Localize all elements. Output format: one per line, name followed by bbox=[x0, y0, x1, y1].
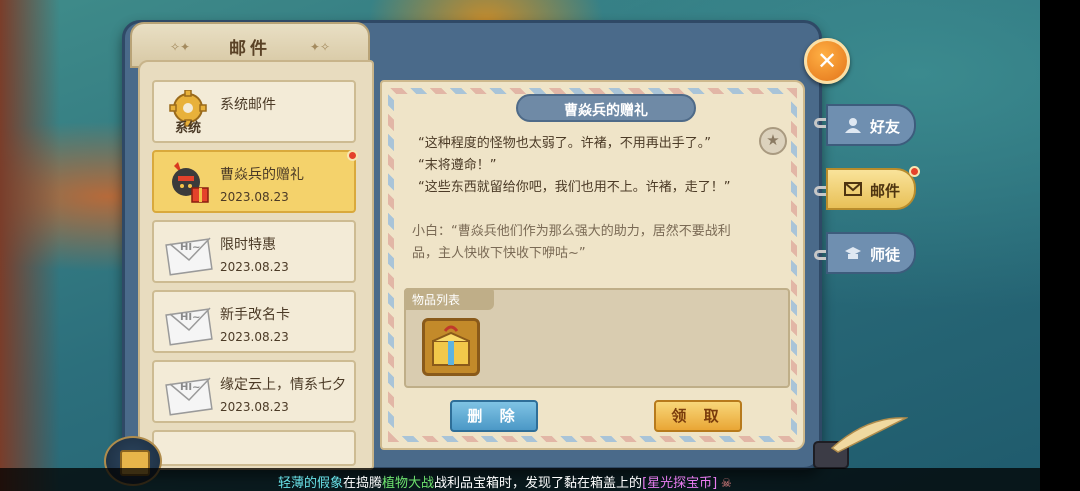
letter-note: 品，主人快收下快收下咿咕~” bbox=[412, 246, 586, 261]
mail-item-limited-offer[interactable]: HI~ 限时特惠 2023.08.23 bbox=[152, 220, 356, 283]
tab-label: 师徒 bbox=[870, 246, 901, 264]
svg-text:HI~: HI~ bbox=[180, 382, 200, 393]
ticker-item: 植物大战 bbox=[382, 476, 435, 491]
svg-text:HI~: HI~ bbox=[180, 312, 200, 323]
letter-page: 曹焱兵的赠礼 ★ “这种程度的怪物也太弱了。许褚，不用再出手了。” “末将遵命！… bbox=[380, 80, 805, 450]
mail-name: 系统邮件 bbox=[220, 97, 276, 113]
letter-line: “这种程度的怪物也太弱了。许褚，不用再出手了。” bbox=[418, 136, 711, 151]
gear-system-icon: 系统 bbox=[169, 90, 207, 136]
quill-inkpot-icon bbox=[813, 417, 908, 469]
mail-name: 缘定云上，情系七夕 bbox=[220, 377, 346, 393]
ticker-text: 战利品宝箱时，发现了黏在箱盖上的 bbox=[434, 476, 643, 491]
letter-line: “这些东西就留给你吧，我们也用不上。许褚，走了！” bbox=[418, 180, 731, 195]
treasure-chest-icon bbox=[432, 325, 470, 366]
letter-line: “末将遵命！” bbox=[418, 158, 497, 173]
hi-envelope-icon: HI~ bbox=[165, 307, 213, 346]
claim-button[interactable]: 领 取 bbox=[654, 400, 742, 432]
mail-date: 2023.08.23 bbox=[220, 330, 289, 344]
close-button[interactable]: ✕ bbox=[804, 38, 850, 84]
unread-dot bbox=[347, 150, 358, 161]
friend-icon bbox=[845, 118, 861, 133]
broadcast-ticker: 轻薄的假象在捣腾植物大战战利品宝箱时，发现了黏在箱盖上的[星光探宝币] ☠ bbox=[0, 468, 1040, 491]
tab-mentor[interactable]: 师徒 bbox=[826, 232, 916, 274]
mail-icon bbox=[844, 182, 862, 196]
panel-title: 邮件 bbox=[229, 39, 271, 59]
skull-icon: ☠ bbox=[717, 476, 732, 490]
ticker-player: 轻薄的假象 bbox=[278, 476, 344, 491]
mail-item-partial[interactable] bbox=[152, 430, 356, 466]
item-list-tab: 物品列表 bbox=[404, 288, 494, 310]
hi-envelope-icon: HI~ bbox=[165, 237, 213, 276]
close-icon: ✕ bbox=[816, 47, 838, 75]
screen-edge bbox=[1040, 0, 1080, 491]
mail-item-qixi[interactable]: HI~ 缘定云上，情系七夕 2023.08.23 bbox=[152, 360, 356, 423]
delete-button[interactable]: 删 除 bbox=[450, 400, 538, 432]
svg-text:系统: 系统 bbox=[175, 120, 201, 136]
reward-item-slot[interactable] bbox=[422, 318, 480, 376]
mail-item-system[interactable]: 系统 系统邮件 bbox=[152, 80, 356, 143]
ticker-message: 轻薄的假象在捣腾植物大战战利品宝箱时，发现了黏在箱盖上的[星光探宝币] ☠ bbox=[278, 472, 732, 491]
hi-envelope-icon: HI~ bbox=[165, 377, 213, 416]
unread-dot bbox=[909, 166, 920, 177]
tab-label: 邮件 bbox=[870, 182, 901, 200]
mail-item-rename-card[interactable]: HI~ 新手改名卡 2023.08.23 bbox=[152, 290, 356, 353]
item-list-panel: 物品列表 bbox=[404, 288, 790, 388]
warrior-gift-icon bbox=[172, 162, 209, 203]
mail-date: 2023.08.23 bbox=[220, 260, 289, 274]
mail-name: 新手改名卡 bbox=[220, 307, 290, 323]
svg-text:HI~: HI~ bbox=[180, 242, 200, 253]
mail-date: 2023.08.23 bbox=[220, 400, 289, 414]
mail-item-gift[interactable]: 曹焱兵的赠礼 2023.08.23 bbox=[152, 150, 358, 213]
letter-title: 曹焱兵的赠礼 bbox=[564, 103, 648, 119]
mail-date: 2023.08.23 bbox=[220, 190, 289, 204]
ticker-text: 在捣腾 bbox=[343, 476, 383, 491]
item-list-label: 物品列表 bbox=[412, 293, 461, 307]
star-icon[interactable]: ★ bbox=[759, 127, 787, 155]
ticker-reward: [星光探宝币] bbox=[642, 476, 718, 491]
letter-note: 小白：“曹焱兵他们作为那么强大的助力，居然不要战利 bbox=[412, 224, 731, 239]
tab-label: 好友 bbox=[870, 118, 901, 136]
mail-name: 曹焱兵的赠礼 bbox=[220, 167, 304, 183]
letter-title-banner: 曹焱兵的赠礼 bbox=[516, 94, 696, 122]
background-rock bbox=[0, 0, 60, 491]
mentor-icon bbox=[845, 247, 861, 259]
ornament-icon: ✦✧ bbox=[309, 40, 330, 54]
mail-list-page: 系统 系统邮件 曹焱兵的赠礼 2023.08.23 HI~ 限时特惠 2023.… bbox=[138, 60, 374, 470]
tab-friends[interactable]: 好友 bbox=[826, 104, 916, 146]
mail-list: 系统 系统邮件 曹焱兵的赠礼 2023.08.23 HI~ 限时特惠 2023.… bbox=[152, 80, 358, 468]
mail-name: 限时特惠 bbox=[220, 237, 276, 253]
tab-mail[interactable]: 邮件 bbox=[826, 166, 920, 210]
